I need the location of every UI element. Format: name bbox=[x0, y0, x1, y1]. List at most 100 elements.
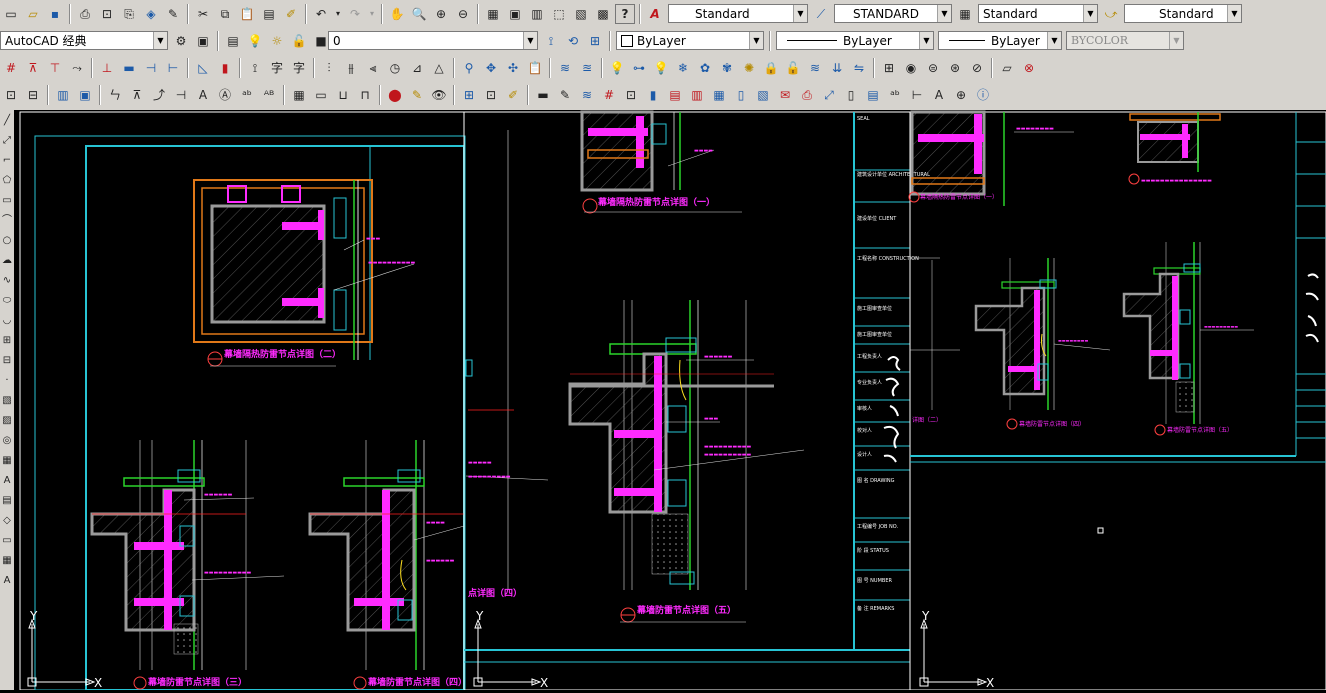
layer-on-icon[interactable]: 💡 bbox=[245, 31, 265, 51]
grid-view-icon[interactable]: ⊞ bbox=[459, 85, 479, 105]
point-icon[interactable]: · bbox=[1, 372, 13, 390]
3d-dwf-icon[interactable]: ◈ bbox=[141, 4, 161, 24]
dim-ordinate-icon[interactable]: ⊥ bbox=[97, 58, 117, 78]
revcloud-icon[interactable]: ☁ bbox=[1, 252, 13, 270]
spell-check-icon[interactable]: ᵃᵇ bbox=[237, 85, 257, 105]
make-object-layer-current-icon[interactable]: ⟟ bbox=[541, 31, 561, 51]
line-icon[interactable]: ╱ bbox=[1, 112, 13, 130]
scale-list-icon[interactable]: ▭ bbox=[311, 85, 331, 105]
customize-icon[interactable]: ▣ bbox=[193, 31, 213, 51]
eye-icon[interactable]: 👁 bbox=[429, 85, 449, 105]
color-select[interactable]: ByLayer ▼ bbox=[616, 31, 764, 50]
workspace-settings-icon[interactable]: ⚙ bbox=[171, 31, 191, 51]
dim-continue-icon[interactable]: ⫵ bbox=[341, 58, 361, 78]
sphere-icon[interactable]: ◉ bbox=[901, 58, 921, 78]
3d-orbit-icon[interactable]: ⊗ bbox=[1019, 58, 1039, 78]
make-block-icon[interactable]: ⊟ bbox=[1, 352, 13, 370]
box-icon[interactable]: ⊞ bbox=[879, 58, 899, 78]
table-draw-icon[interactable]: ▦ bbox=[1, 452, 13, 470]
layer-freeze-2-icon[interactable]: ❄ bbox=[673, 58, 693, 78]
layer-off-icon[interactable]: 💡 bbox=[651, 58, 671, 78]
gradient-icon[interactable]: ▨ bbox=[1, 412, 13, 430]
wipeout-icon[interactable]: ▭ bbox=[1, 532, 13, 550]
dim-quick-icon[interactable]: ▮ bbox=[215, 58, 235, 78]
ellipse-icon[interactable]: ⬭ bbox=[1, 292, 13, 310]
layer-properties-icon[interactable]: ≋ bbox=[555, 58, 575, 78]
polygon-icon[interactable]: ⬠ bbox=[1, 172, 13, 190]
email-icon[interactable]: ✉ bbox=[775, 85, 795, 105]
block-editor-icon[interactable]: ⬤ bbox=[385, 85, 405, 105]
table-style-select[interactable]: Standard ▼ bbox=[978, 4, 1098, 23]
hatch-icon[interactable]: ▧ bbox=[1, 392, 13, 410]
sheet-set-icon[interactable]: ⬚ bbox=[549, 4, 569, 24]
undo-icon[interactable]: ↶ bbox=[311, 4, 331, 24]
zoom-extents-icon[interactable]: ⊡ bbox=[1, 85, 21, 105]
open-file-icon[interactable]: ▱ bbox=[23, 4, 43, 24]
3d-view-icon[interactable]: ▱ bbox=[997, 58, 1017, 78]
viewport-left[interactable]: ▬▬▬ ▬▬▬▬▬▬▬▬▬▬ 幕墙隔热防雷节点详图（二） ▬▬▬▬▬▬ ▬▬▬▬… bbox=[19, 111, 467, 691]
layer-state-icon[interactable]: ⊞ bbox=[585, 31, 605, 51]
target-icon[interactable]: ⊕ bbox=[951, 85, 971, 105]
insert-block-icon[interactable]: ⊞ bbox=[1, 332, 13, 350]
ellipse-arc-icon[interactable]: ◡ bbox=[1, 312, 13, 330]
zoom-window-icon[interactable]: ⊕ bbox=[431, 4, 451, 24]
layer-change-icon[interactable]: ≋ bbox=[805, 58, 825, 78]
fields-icon[interactable]: ⊓ bbox=[355, 85, 375, 105]
brush-icon[interactable]: ✐ bbox=[503, 85, 523, 105]
express-grid-icon[interactable]: # bbox=[599, 85, 619, 105]
dim-baseline-icon[interactable]: ⫶ bbox=[319, 58, 339, 78]
text-style-select[interactable]: Standard ▼ bbox=[668, 4, 808, 23]
mtext-icon[interactable]: 字 bbox=[267, 58, 287, 78]
join-icon[interactable]: ⊣ bbox=[171, 85, 191, 105]
dim-aligned-icon[interactable]: ⊤ bbox=[45, 58, 65, 78]
cylinder-icon[interactable]: ⊜ bbox=[923, 58, 943, 78]
layer-unlock-icon[interactable]: 🔓 bbox=[783, 58, 803, 78]
express-tool-2-icon[interactable]: ✎ bbox=[555, 85, 575, 105]
attribute-edit-icon[interactable]: Ⓐ bbox=[215, 85, 235, 105]
polyline-draw-icon[interactable]: ⌐ bbox=[1, 152, 13, 170]
express-tool-7-icon[interactable]: ▥ bbox=[687, 85, 707, 105]
dim-angular-icon[interactable]: ◺ bbox=[193, 58, 213, 78]
dim-arc-icon[interactable]: ⤳ bbox=[67, 58, 87, 78]
clipboard-icon[interactable]: 📋 bbox=[525, 58, 545, 78]
text-align-icon[interactable]: A bbox=[193, 85, 213, 105]
match-properties-icon[interactable]: ✐ bbox=[281, 4, 301, 24]
layer-isolate-icon[interactable]: 💡 bbox=[607, 58, 627, 78]
publish-icon[interactable]: ⎘ bbox=[119, 4, 139, 24]
polyline-icon[interactable]: ㄣ bbox=[105, 85, 125, 105]
zoom-realtime-icon[interactable]: 🔍 bbox=[409, 4, 429, 24]
text-edit-icon[interactable]: 字 bbox=[289, 58, 309, 78]
boundary-icon[interactable]: ◇ bbox=[1, 512, 13, 530]
express-tool-11-icon[interactable]: ▤ bbox=[863, 85, 883, 105]
etransmit-icon[interactable]: ✎ bbox=[163, 4, 183, 24]
express-tool-6-icon[interactable]: ▤ bbox=[665, 85, 685, 105]
block-icon[interactable]: ▥ bbox=[53, 85, 73, 105]
book-icon[interactable]: ▯ bbox=[841, 85, 861, 105]
pan-icon[interactable]: ✋ bbox=[387, 4, 407, 24]
stretch-icon[interactable]: ✣ bbox=[503, 58, 523, 78]
find-replace-icon[interactable]: ᴬᴮ bbox=[259, 85, 279, 105]
calculator-icon[interactable]: ▩ bbox=[593, 4, 613, 24]
lineweight-select[interactable]: ByLayer ▼ bbox=[938, 31, 1062, 50]
layer-thaw-icon[interactable]: ✿ bbox=[695, 58, 715, 78]
cone-icon[interactable]: ⊛ bbox=[945, 58, 965, 78]
table-style-icon[interactable]: ▦ bbox=[955, 4, 975, 24]
layer-select[interactable]: 0 ▼ bbox=[328, 31, 538, 50]
layer-lock-2-icon[interactable]: 🔒 bbox=[761, 58, 781, 78]
viewport-middle[interactable]: ▬▬▬▬▬ ▬▬▬▬▬▬▬▬▬ 点详图（四） ▬▬▬▬ 幕墙隔热防雷节点详图（一… bbox=[463, 110, 930, 691]
dim-linear-icon[interactable]: ⊼ bbox=[23, 58, 43, 78]
layer-states-icon[interactable]: ≊ bbox=[577, 58, 597, 78]
cad-drawing[interactable]: ▬▬▬ ▬▬▬▬▬▬▬▬▬▬ 幕墙隔热防雷节点详图（二） ▬▬▬▬▬▬ ▬▬▬▬… bbox=[14, 110, 1326, 691]
design-center-icon[interactable]: ▣ bbox=[505, 4, 525, 24]
torus-icon[interactable]: ⊘ bbox=[967, 58, 987, 78]
new-file-icon[interactable]: ▭ bbox=[1, 4, 21, 24]
table-2-icon[interactable]: ▦ bbox=[1, 552, 13, 570]
properties-icon[interactable]: ▦ bbox=[483, 4, 503, 24]
dim-break-icon[interactable]: ◷ bbox=[385, 58, 405, 78]
paste-special-icon[interactable]: ▤ bbox=[259, 4, 279, 24]
zoom-previous-icon[interactable]: ⊖ bbox=[453, 4, 473, 24]
layer-walk-icon[interactable]: ⤢ bbox=[819, 85, 839, 105]
region-icon[interactable]: ◎ bbox=[1, 432, 13, 450]
text-style-icon[interactable]: A bbox=[645, 4, 665, 24]
text-icon[interactable]: ⟟ bbox=[245, 58, 265, 78]
